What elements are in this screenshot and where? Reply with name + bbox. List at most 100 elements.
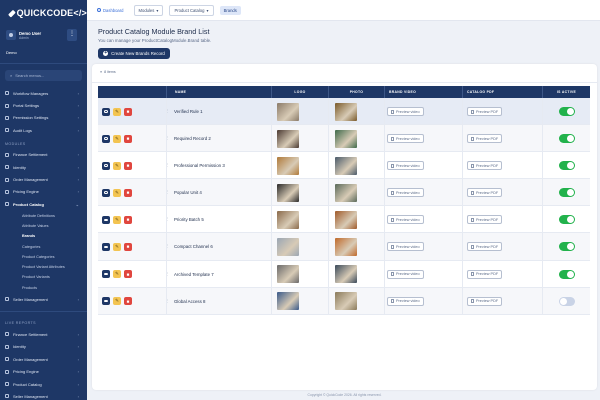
is-active-toggle[interactable]	[559, 188, 575, 198]
is-active-toggle[interactable]	[559, 296, 575, 306]
sidebar-item-permission-settings[interactable]: Permission Settings ›	[0, 112, 87, 124]
edit-button[interactable]: ✎	[113, 188, 121, 197]
is-active-toggle[interactable]	[559, 161, 575, 171]
sidebar-subitem-product-variants[interactable]: Product Variants	[0, 272, 87, 282]
is-active-toggle[interactable]	[559, 107, 575, 116]
view-button[interactable]	[102, 134, 110, 143]
drag-handle-icon[interactable]: ⋮	[166, 163, 169, 167]
header-logo[interactable]: LOGO	[271, 86, 328, 98]
preview-pdf-button[interactable]: Preview PDF	[467, 296, 503, 306]
sidebar-subitem-categories[interactable]: Categories	[0, 241, 87, 251]
preview-video-button[interactable]: Preview video	[387, 242, 424, 252]
edit-button[interactable]: ✎	[113, 107, 121, 116]
is-active-toggle[interactable]	[559, 215, 575, 225]
brand-photo-thumbnail[interactable]	[335, 98, 357, 125]
edit-button[interactable]: ✎	[113, 161, 121, 170]
preview-video-button[interactable]: Preview video	[387, 134, 424, 144]
delete-button[interactable]: ■	[124, 188, 132, 197]
preview-video-button[interactable]: Preview video	[387, 161, 424, 171]
view-button[interactable]	[102, 297, 110, 306]
environment-selector[interactable]: Demo	[6, 47, 81, 57]
sidebar-item-seller-management[interactable]: Seller Management ›	[0, 293, 87, 305]
preview-pdf-button[interactable]: Preview PDF	[467, 107, 503, 116]
is-active-toggle[interactable]	[559, 242, 575, 252]
brand-logo-thumbnail[interactable]	[277, 261, 299, 288]
edit-button[interactable]: ✎	[113, 215, 121, 224]
sidebar-subitem-brands[interactable]: Brands	[0, 231, 87, 241]
preview-pdf-button[interactable]: Preview PDF	[467, 269, 503, 279]
brand-photo-thumbnail[interactable]	[335, 261, 357, 288]
view-button[interactable]	[102, 270, 110, 279]
preview-video-button[interactable]: Preview video	[387, 107, 424, 116]
app-logo[interactable]: QUICKCODE</>	[0, 0, 87, 26]
brand-photo-thumbnail[interactable]	[335, 233, 357, 260]
menu-search-input[interactable]: ⌕ Search menus...	[5, 70, 82, 81]
brand-logo-thumbnail[interactable]	[277, 152, 299, 179]
preview-video-button[interactable]: Preview video	[387, 269, 424, 279]
delete-button[interactable]: ■	[124, 297, 132, 306]
preview-video-button[interactable]: Preview video	[387, 188, 424, 198]
view-button[interactable]	[102, 161, 110, 170]
brand-photo-thumbnail[interactable]	[335, 179, 357, 206]
header-brand-video[interactable]: BRAND VIDEO	[384, 86, 462, 98]
create-brand-button[interactable]: + Create New Brands Record	[98, 48, 170, 59]
view-button[interactable]	[102, 215, 110, 224]
brand-photo-thumbnail[interactable]	[335, 152, 357, 179]
drag-handle-icon[interactable]: ⋮	[166, 244, 169, 248]
sidebar-item-portal-settings[interactable]: Portal Settings ›	[0, 99, 87, 111]
edit-button[interactable]: ✎	[113, 242, 121, 251]
sidebar-item-live-finance-settlement[interactable]: Finance Settlement ›	[0, 328, 87, 340]
user-card[interactable]: Demo User Admin ⋮	[6, 26, 81, 44]
brand-logo-thumbnail[interactable]	[277, 288, 299, 315]
breadcrumb-dashboard[interactable]: Dashboard	[93, 6, 128, 15]
sidebar-item-live-seller-management[interactable]: Seller Management ›	[0, 390, 87, 400]
breadcrumb-catalog-dropdown[interactable]: Product Catalog ▾	[169, 4, 214, 16]
brand-logo-thumbnail[interactable]	[277, 125, 299, 152]
edit-button[interactable]: ✎	[113, 297, 121, 306]
sidebar-item-identity[interactable]: Identity ›	[0, 161, 87, 173]
drag-handle-icon[interactable]: ⋮	[166, 299, 169, 303]
preview-pdf-button[interactable]: Preview PDF	[467, 215, 503, 225]
sidebar-item-live-identity[interactable]: Identity ›	[0, 341, 87, 353]
brand-logo-thumbnail[interactable]	[277, 206, 299, 233]
preview-pdf-button[interactable]: Preview PDF	[467, 188, 503, 198]
drag-handle-icon[interactable]: ⋮	[166, 109, 169, 113]
view-button[interactable]	[102, 107, 110, 116]
brand-logo-thumbnail[interactable]	[277, 179, 299, 206]
preview-pdf-button[interactable]: Preview PDF	[467, 134, 503, 144]
header-name[interactable]: NAME	[166, 86, 271, 98]
brand-logo-thumbnail[interactable]	[277, 233, 299, 260]
sidebar-subitem-attribute-values[interactable]: Attribute Values	[0, 221, 87, 231]
delete-button[interactable]: ■	[124, 161, 132, 170]
preview-video-button[interactable]: Preview video	[387, 215, 424, 225]
preview-pdf-button[interactable]: Preview PDF	[467, 161, 503, 171]
sidebar-item-product-catalog[interactable]: Product Catalog ⌄	[0, 198, 87, 210]
brand-logo-thumbnail[interactable]	[277, 98, 299, 125]
delete-button[interactable]: ■	[124, 134, 132, 143]
sidebar-subitem-product-categories[interactable]: Product Categories	[0, 252, 87, 262]
sidebar-subitem-product-variant-attributes[interactable]: Product Variant Attributes	[0, 262, 87, 272]
sidebar-item-pricing-engine[interactable]: Pricing Engine ›	[0, 186, 87, 198]
view-button[interactable]	[102, 242, 110, 251]
sidebar-subitem-attribute-definitions[interactable]: Attribute Definitions	[0, 211, 87, 221]
delete-button[interactable]: ■	[124, 215, 132, 224]
brand-photo-thumbnail[interactable]	[335, 206, 357, 233]
sidebar-item-live-product-catalog[interactable]: Product Catalog ›	[0, 378, 87, 390]
sidebar-item-live-order-management[interactable]: Order Management ›	[0, 353, 87, 365]
brand-photo-thumbnail[interactable]	[335, 288, 357, 315]
preview-video-button[interactable]: Preview video	[387, 296, 424, 306]
brand-photo-thumbnail[interactable]	[335, 125, 357, 152]
sidebar-subitem-products[interactable]: Products	[0, 283, 87, 293]
is-active-toggle[interactable]	[559, 269, 575, 279]
drag-handle-icon[interactable]: ⋮	[166, 190, 169, 194]
user-menu-button[interactable]: ⋮	[67, 29, 77, 41]
view-button[interactable]	[102, 188, 110, 197]
edit-button[interactable]: ✎	[113, 270, 121, 279]
edit-button[interactable]: ✎	[113, 134, 121, 143]
breadcrumb-modules-dropdown[interactable]: Modules ▾	[133, 4, 164, 16]
preview-pdf-button[interactable]: Preview PDF	[467, 242, 503, 252]
sidebar-item-audit-logs[interactable]: Audit Logs ›	[0, 124, 87, 136]
header-catalog-pdf[interactable]: CATALOG PDF	[462, 86, 542, 98]
is-active-toggle[interactable]	[559, 134, 575, 144]
drag-handle-icon[interactable]: ⋮	[166, 217, 169, 221]
